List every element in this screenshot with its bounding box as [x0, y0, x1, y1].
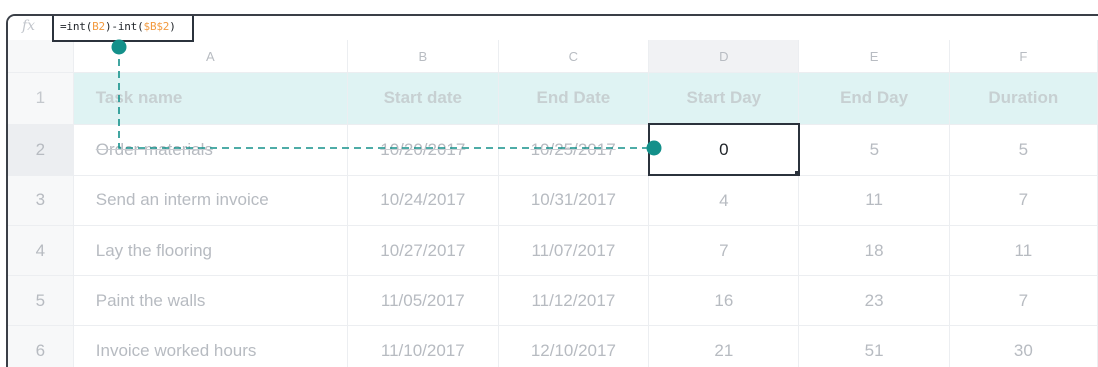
sheet-grid: A B C D E F 1 Task name Start date End D…	[8, 40, 1098, 367]
row-number[interactable]: 5	[8, 275, 74, 326]
cell[interactable]: 12/10/2017	[498, 325, 650, 367]
column-header-f[interactable]: F	[949, 40, 1098, 73]
active-cell[interactable]: 0	[647, 123, 800, 176]
cell[interactable]: 4	[648, 175, 800, 226]
cell[interactable]: 23	[798, 275, 950, 326]
formula-part: )	[169, 20, 176, 33]
table-row: 6 Invoice worked hours 11/10/2017 12/10/…	[8, 325, 1098, 367]
formula-input[interactable]: =int(B2)-int($B$2)	[52, 16, 194, 42]
cell[interactable]: 18	[798, 225, 950, 276]
row-number[interactable]: 2	[8, 124, 74, 176]
cell[interactable]: 7	[648, 225, 800, 276]
header-cell[interactable]: Start date	[347, 72, 499, 125]
cell[interactable]: 10/31/2017	[498, 175, 650, 226]
cell[interactable]: 51	[798, 325, 950, 367]
formula-reference: B2	[92, 20, 105, 33]
row-number[interactable]: 3	[8, 175, 74, 226]
cell[interactable]: 7	[949, 275, 1098, 326]
cell[interactable]: 10/20/2017	[347, 124, 499, 176]
cell[interactable]: 16	[648, 275, 800, 326]
cell[interactable]: 11/07/2017	[498, 225, 650, 276]
formula-part: )-int(	[104, 20, 144, 33]
table-row: 5 Paint the walls 11/05/2017 11/12/2017 …	[8, 275, 1098, 326]
fill-handle[interactable]	[794, 171, 797, 173]
table-row: 4 Lay the flooring 10/27/2017 11/07/2017…	[8, 225, 1098, 276]
table-row: 2 Order materials 10/20/2017 10/25/2017 …	[8, 123, 1098, 176]
header-cell[interactable]: Task name	[73, 72, 349, 125]
table-header-row: 1 Task name Start date End Date Start Da…	[8, 72, 1098, 125]
select-all-corner[interactable]	[8, 40, 74, 73]
row-number[interactable]: 1	[8, 72, 74, 125]
cell[interactable]: 11	[798, 175, 950, 226]
cell[interactable]: 10/25/2017	[498, 124, 650, 176]
header-cell[interactable]: Start Day	[648, 72, 800, 125]
cell[interactable]: Order materials	[73, 124, 349, 176]
formula-reference: $B$2	[143, 20, 170, 33]
column-header-e[interactable]: E	[798, 40, 950, 73]
column-header-a[interactable]: A	[73, 40, 349, 73]
column-header-d[interactable]: D	[648, 40, 800, 73]
function-icon: fx	[22, 18, 36, 34]
row-number[interactable]: 6	[8, 325, 74, 367]
active-cell-value: 0	[719, 139, 729, 159]
cell[interactable]: 5	[798, 124, 950, 176]
formula-text: =int(B2)-int($B$2)	[60, 20, 176, 33]
cell[interactable]: Send an interm invoice	[73, 175, 349, 226]
header-cell[interactable]: End Day	[798, 72, 950, 125]
column-header-row: A B C D E F	[8, 40, 1098, 73]
cell[interactable]: Lay the flooring	[73, 225, 349, 276]
cell[interactable]: 11/05/2017	[347, 275, 499, 326]
cell[interactable]: 30	[949, 325, 1098, 367]
header-cell[interactable]: Duration	[949, 72, 1098, 125]
column-header-b[interactable]: B	[347, 40, 499, 73]
cell[interactable]: 10/24/2017	[347, 175, 499, 226]
spreadsheet: fx A B C D E F 1 Task name Start date En…	[6, 14, 1098, 367]
cell[interactable]: Invoice worked hours	[73, 325, 349, 367]
cell[interactable]: 5	[949, 124, 1098, 176]
formula-part: =int(	[60, 20, 93, 33]
table-row: 3 Send an interm invoice 10/24/2017 10/3…	[8, 175, 1098, 226]
cell[interactable]: 21	[648, 325, 800, 367]
row-number[interactable]: 4	[8, 225, 74, 276]
cell[interactable]: 11/12/2017	[498, 275, 650, 326]
cell[interactable]: 7	[949, 175, 1098, 226]
cell[interactable]: 11	[949, 225, 1098, 276]
cell[interactable]: 10/27/2017	[347, 225, 499, 276]
header-cell[interactable]: End Date	[498, 72, 650, 125]
cell[interactable]: 11/10/2017	[347, 325, 499, 367]
column-header-c[interactable]: C	[498, 40, 650, 73]
cell[interactable]: Paint the walls	[73, 275, 349, 326]
